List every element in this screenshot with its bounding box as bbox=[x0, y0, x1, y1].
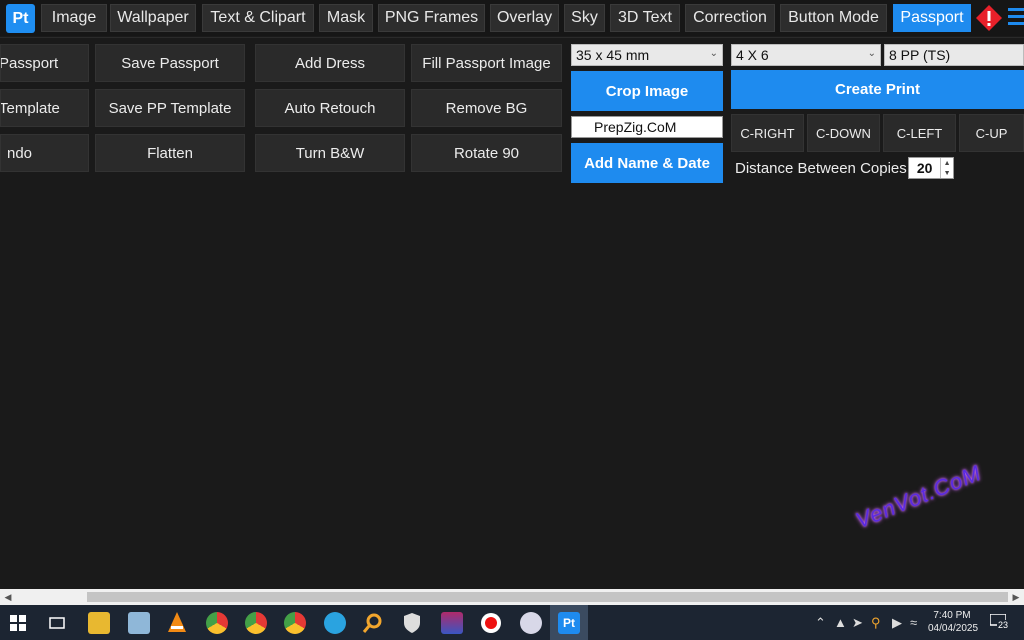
add-name-date-button[interactable]: Add Name & Date bbox=[571, 143, 723, 183]
taskbar-clock[interactable]: 7:40 PM 04/04/2025 bbox=[928, 609, 979, 635]
c-down-button[interactable]: C-DOWN bbox=[807, 114, 880, 152]
template-button[interactable]: Template bbox=[0, 89, 89, 127]
tab-passport[interactable]: Passport bbox=[893, 4, 971, 32]
notification-count: 23 bbox=[997, 620, 1010, 630]
tray-app-icon[interactable]: ▲ bbox=[834, 615, 847, 630]
spinner-down-icon[interactable]: ▼ bbox=[944, 170, 951, 177]
tab-png-frames[interactable]: PNG Frames bbox=[378, 4, 485, 32]
chrome-profile-icon[interactable] bbox=[245, 612, 267, 634]
task-view-icon[interactable] bbox=[49, 615, 65, 631]
fill-passport-image-button[interactable]: Fill Passport Image bbox=[411, 44, 562, 82]
remove-bg-button[interactable]: Remove BG bbox=[411, 89, 562, 127]
paint-tool-icon[interactable] bbox=[520, 612, 542, 634]
flatten-button[interactable]: Flatten bbox=[95, 134, 245, 172]
chrome-icon[interactable] bbox=[206, 612, 228, 634]
turn-bw-button[interactable]: Turn B&W bbox=[255, 134, 405, 172]
tab-overlay[interactable]: Overlay bbox=[490, 4, 559, 32]
tab-image[interactable]: Image bbox=[41, 4, 107, 32]
passport-size-select[interactable]: 35 x 45 mm ⌄ bbox=[571, 44, 723, 66]
notepad-icon[interactable] bbox=[128, 612, 150, 634]
tray-chevron-up-icon[interactable]: ⌃ bbox=[815, 615, 826, 631]
top-tab-bar: Pt Image Wallpaper Text & Clipart Mask P… bbox=[0, 0, 1024, 36]
scroll-right-icon[interactable]: ▶ bbox=[1008, 589, 1024, 605]
spinner-arrows[interactable]: ▲ ▼ bbox=[940, 158, 953, 178]
search-tray-icon[interactable]: ⚲ bbox=[871, 615, 881, 631]
watermark-text: VenVot.CoM bbox=[852, 460, 985, 534]
toolbar-divider bbox=[0, 37, 1024, 38]
windows-start-icon[interactable] bbox=[10, 615, 26, 631]
c-right-button[interactable]: C-RIGHT bbox=[731, 114, 804, 152]
tab-text-clipart[interactable]: Text & Clipart bbox=[202, 4, 314, 32]
telegram-tray-icon[interactable]: ➤ bbox=[852, 615, 863, 631]
c-left-button[interactable]: C-LEFT bbox=[883, 114, 956, 152]
hamburger-menu-icon[interactable] bbox=[1008, 8, 1024, 28]
tab-mask[interactable]: Mask bbox=[319, 4, 373, 32]
telegram-icon[interactable] bbox=[324, 612, 346, 634]
clock-time: 7:40 PM bbox=[933, 610, 971, 621]
tab-correction[interactable]: Correction bbox=[685, 4, 775, 32]
paper-size-value: 4 X 6 bbox=[736, 47, 769, 63]
vlc-icon[interactable] bbox=[167, 612, 187, 634]
record-icon[interactable] bbox=[480, 612, 502, 634]
shield-icon[interactable] bbox=[402, 612, 422, 634]
distance-value[interactable]: 20 bbox=[909, 158, 940, 178]
tab-sky[interactable]: Sky bbox=[564, 4, 605, 32]
location-tray-icon[interactable]: ▶ bbox=[892, 615, 902, 631]
clock-date: 04/04/2025 bbox=[928, 623, 979, 634]
add-dress-button[interactable]: Add Dress bbox=[255, 44, 405, 82]
copies-value: 8 PP (TS) bbox=[889, 47, 951, 63]
rotate-90-button[interactable]: Rotate 90 bbox=[411, 134, 562, 172]
file-explorer-icon[interactable] bbox=[88, 612, 110, 634]
chevron-down-icon: ⌄ bbox=[867, 48, 876, 59]
app-logo: Pt bbox=[6, 4, 35, 33]
paper-size-select[interactable]: 4 X 6 ⌄ bbox=[731, 44, 881, 66]
search-tool-icon[interactable] bbox=[362, 612, 384, 634]
notification-center-icon[interactable]: 23 bbox=[990, 612, 1012, 634]
horizontal-scrollbar[interactable]: ◀ ▶ bbox=[0, 589, 1024, 605]
windows-taskbar: Pt ⌃ ▲ ➤ ⚲ ▶ ≈ bbox=[0, 605, 1024, 640]
tab-button-mode[interactable]: Button Mode bbox=[780, 4, 887, 32]
passport-button[interactable]: Passport bbox=[0, 44, 89, 82]
copies-select[interactable]: 8 PP (TS) bbox=[884, 44, 1024, 66]
chrome-profile-2-icon[interactable] bbox=[284, 612, 306, 634]
save-pp-template-button[interactable]: Save PP Template bbox=[95, 89, 245, 127]
chevron-down-icon: ⌄ bbox=[709, 48, 718, 59]
undo-button[interactable]: ndo bbox=[0, 134, 89, 172]
alert-icon[interactable] bbox=[975, 4, 1003, 32]
scroll-left-icon[interactable]: ◀ bbox=[0, 589, 16, 605]
tab-3d-text[interactable]: 3D Text bbox=[610, 4, 680, 32]
create-print-button[interactable]: Create Print bbox=[731, 70, 1024, 109]
passport-size-value: 35 x 45 mm bbox=[576, 47, 650, 63]
distance-spinner[interactable]: 20 ▲ ▼ bbox=[908, 157, 954, 179]
winrar-icon[interactable] bbox=[441, 612, 463, 634]
wifi-icon[interactable]: ≈ bbox=[910, 615, 917, 630]
name-text-input[interactable]: PrepZig.CoM bbox=[571, 116, 723, 138]
spinner-up-icon[interactable]: ▲ bbox=[944, 160, 951, 167]
distance-between-copies-label: Distance Between Copies : bbox=[735, 160, 916, 177]
photo-tool-taskbar-icon[interactable]: Pt bbox=[558, 612, 580, 634]
auto-retouch-button[interactable]: Auto Retouch bbox=[255, 89, 405, 127]
tab-wallpaper[interactable]: Wallpaper bbox=[110, 4, 196, 32]
crop-image-button[interactable]: Crop Image bbox=[571, 71, 723, 111]
save-passport-button[interactable]: Save Passport bbox=[95, 44, 245, 82]
scrollbar-thumb[interactable] bbox=[87, 592, 1008, 602]
c-up-button[interactable]: C-UP bbox=[959, 114, 1024, 152]
